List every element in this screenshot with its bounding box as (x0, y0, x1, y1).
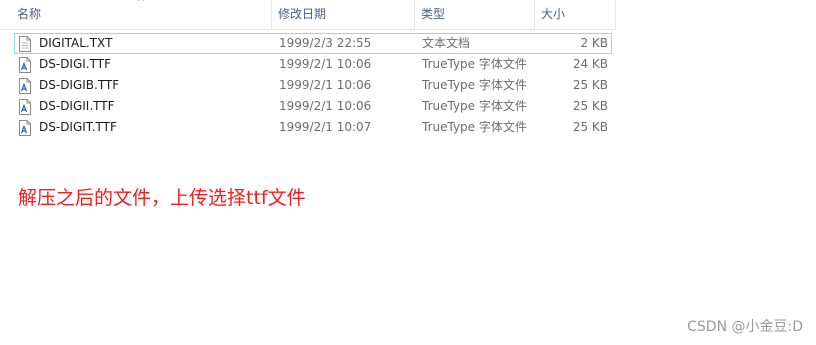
file-name: DS-DIGIB.TTF (39, 78, 120, 92)
file-type: 文本文档 (422, 36, 471, 50)
file-list: DIGITAL.TXT 1999/2/3 22:55 文本文档 2 KB DS-… (14, 33, 612, 138)
column-header-type[interactable]: 类型 (415, 0, 535, 29)
file-name: DIGITAL.TXT (39, 36, 113, 50)
instruction-caption: 解压之后的文件，上传选择ttf文件 (18, 187, 306, 209)
text-file-icon (18, 36, 32, 52)
file-size: 24 KB (572, 57, 608, 71)
column-header-name[interactable]: 名称 (11, 0, 272, 29)
file-row[interactable]: DS-DIGI.TTF 1999/2/1 10:06 TrueType 字体文件… (14, 54, 612, 75)
file-row[interactable]: DS-DIGIT.TTF 1999/2/1 10:07 TrueType 字体文… (14, 117, 612, 138)
file-size: 25 KB (572, 78, 608, 92)
file-date-modified: 1999/2/1 10:06 (279, 57, 372, 71)
file-date-modified: 1999/2/1 10:07 (279, 120, 372, 134)
file-type: TrueType 字体文件 (422, 57, 527, 71)
file-size: 2 KB (580, 36, 608, 50)
file-date-modified: 1999/2/3 22:55 (279, 36, 372, 50)
font-file-icon (18, 120, 32, 136)
font-file-icon (18, 78, 32, 94)
column-header-date-modified[interactable]: 修改日期 (272, 0, 415, 29)
font-file-icon (18, 99, 32, 115)
file-name: DS-DIGI.TTF (39, 57, 111, 71)
file-list-header: ^ 名称 修改日期 类型 大小 (0, 0, 616, 30)
csdn-watermark: CSDN @小金豆:D (687, 319, 803, 335)
file-type: TrueType 字体文件 (422, 78, 527, 92)
file-row[interactable]: DIGITAL.TXT 1999/2/3 22:55 文本文档 2 KB (14, 33, 612, 54)
file-type: TrueType 字体文件 (422, 120, 527, 134)
file-type: TrueType 字体文件 (422, 99, 527, 113)
file-row[interactable]: DS-DIGIB.TTF 1999/2/1 10:06 TrueType 字体文… (14, 75, 612, 96)
column-header-size[interactable]: 大小 (535, 0, 616, 29)
file-name: DS-DIGII.TTF (39, 99, 115, 113)
file-size: 25 KB (572, 120, 608, 134)
file-row[interactable]: DS-DIGII.TTF 1999/2/1 10:06 TrueType 字体文… (14, 96, 612, 117)
file-date-modified: 1999/2/1 10:06 (279, 78, 372, 92)
file-size: 25 KB (572, 99, 608, 113)
font-file-icon (18, 57, 32, 73)
file-name: DS-DIGIT.TTF (39, 120, 117, 134)
file-date-modified: 1999/2/1 10:06 (279, 99, 372, 113)
